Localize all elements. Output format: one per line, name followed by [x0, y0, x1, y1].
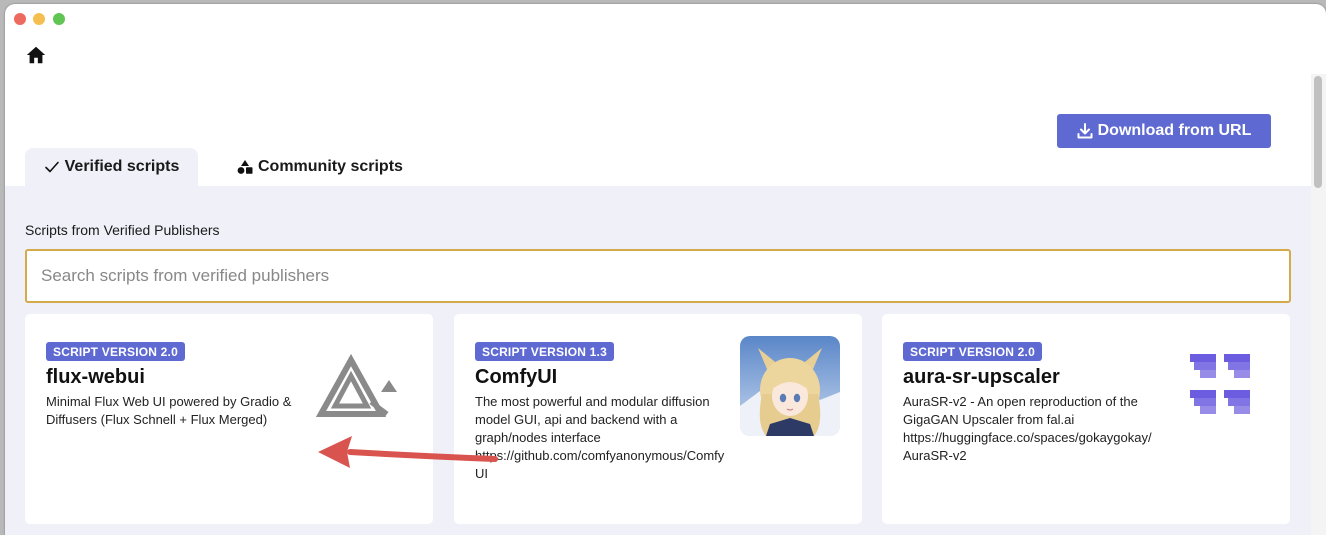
script-card-flux-webui[interactable]: SCRIPT VERSION 2.0 flux-webui Minimal Fl…	[25, 314, 433, 524]
script-card-aura-sr-upscaler[interactable]: SCRIPT VERSION 2.0 aura-sr-upscaler Aura…	[882, 314, 1290, 524]
card-title: ComfyUI	[475, 366, 558, 388]
version-badge: SCRIPT VERSION 2.0	[46, 342, 185, 361]
checkmark-icon	[44, 161, 59, 173]
card-description: AuraSR-v2 - An open reproduction of the …	[903, 394, 1152, 463]
anime-character-avatar	[740, 336, 840, 436]
minimize-window-button[interactable]	[33, 13, 45, 25]
version-badge: SCRIPT VERSION 2.0	[903, 342, 1042, 361]
section-title: Scripts from Verified Publishers	[25, 222, 220, 238]
scrollbar[interactable]	[1311, 74, 1326, 535]
download-button-label: Download from URL	[1097, 122, 1252, 139]
tab-verified-label: Verified scripts	[64, 158, 180, 175]
script-card-comfyui[interactable]: SCRIPT VERSION 1.3 ComfyUI The most powe…	[454, 314, 862, 524]
card-title: flux-webui	[46, 366, 145, 388]
triangle-logo-icon	[315, 353, 397, 417]
home-icon[interactable]	[25, 44, 47, 66]
shapes-icon	[237, 160, 253, 174]
pixel-blocks-logo-icon	[1190, 354, 1250, 414]
tab-verified-scripts[interactable]: Verified scripts	[25, 148, 198, 186]
download-from-url-button[interactable]: Download from URL	[1057, 114, 1271, 148]
close-window-button[interactable]	[14, 13, 26, 25]
tab-community-label: Community scripts	[258, 158, 403, 175]
scripts-panel: Scripts from Verified Publishers SCRIPT …	[5, 186, 1311, 535]
scrollbar-thumb[interactable]	[1314, 76, 1322, 188]
zoom-window-button[interactable]	[53, 13, 65, 25]
card-description: Minimal Flux Web UI powered by Gradio & …	[46, 394, 292, 427]
search-input[interactable]	[25, 249, 1291, 303]
version-badge: SCRIPT VERSION 1.3	[475, 342, 614, 361]
tab-community-scripts[interactable]: Community scripts	[237, 148, 403, 186]
app-window: Download from URL Verified scripts Commu…	[5, 4, 1326, 535]
card-title: aura-sr-upscaler	[903, 366, 1060, 388]
card-description: The most powerful and modular diffusion …	[475, 394, 725, 481]
download-icon	[1077, 123, 1093, 139]
